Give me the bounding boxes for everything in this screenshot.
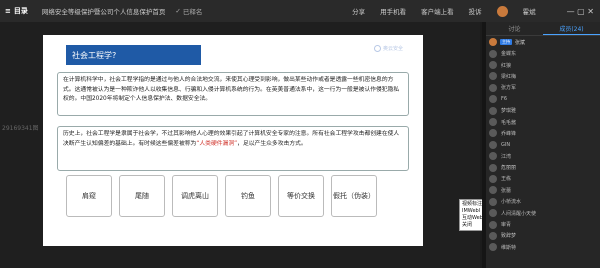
member-name: GIN: [501, 141, 511, 148]
page-number: 29169341图: [2, 125, 39, 132]
check-icon: ✓: [175, 7, 181, 15]
member-name: F6: [501, 96, 508, 103]
panel-tabs: 讨论 成员(24): [486, 22, 600, 36]
avatar: [489, 174, 497, 183]
member-item[interactable]: 审青: [486, 219, 600, 230]
member-item[interactable]: 江湾: [486, 151, 600, 162]
avatar: [489, 106, 497, 115]
slide-title: 社会工程学?: [66, 45, 201, 65]
attack-types: 肩窥 尾随 调虎离山 钓鱼 等价交换 假托（伪装）: [66, 175, 377, 217]
member-name: 审青: [501, 222, 512, 229]
menu-label: 目录: [13, 7, 28, 15]
attack-type: 假托（伪装）: [331, 175, 377, 217]
attack-type: 调虎离山: [172, 175, 218, 217]
member-item[interactable]: 乔峰锋: [486, 128, 600, 139]
slide: 社会工程学? 奥云安全 在计算机科学中，社会工程学指的是通过与他人的合法地交流，…: [43, 35, 423, 246]
member-item[interactable]: 梦琪雅: [486, 105, 600, 116]
mobile-view-button[interactable]: 用手机看: [380, 6, 406, 16]
avatar: [489, 243, 497, 252]
tab-discussion[interactable]: 讨论: [486, 22, 543, 35]
document-title: 网络安全等级保护暨公司个人信息保护首页: [41, 8, 166, 16]
attack-type: 钓鱼: [225, 175, 271, 217]
username: 霍斌: [522, 8, 536, 16]
attack-type: 等价交换: [278, 175, 324, 217]
history-text-after: ，足以产生众多攻击方式。: [237, 140, 307, 147]
member-name: 小桥流水: [501, 199, 522, 206]
member-name: 王栋: [501, 176, 512, 183]
avatar: [489, 140, 497, 149]
history-box: 历史上，社会工程学是隶属于社会学，不过其影响他人心理的效果引起了计算机安全专家的…: [57, 126, 409, 171]
member-name: 维斯特: [501, 244, 517, 251]
avatar: [489, 197, 497, 206]
member-item[interactable]: F6: [486, 94, 600, 105]
avatar: [489, 72, 497, 81]
tab-members[interactable]: 成员(24): [543, 22, 600, 35]
member-name: 梦琪雅: [501, 108, 517, 115]
logo-icon: [373, 45, 381, 52]
member-list: 金蝶东 红狼 梁红梅 张方军 F6 梦琪雅 毛毛酱 乔峰锋 GIN 江湾 危丽丽…: [486, 48, 600, 253]
member-item[interactable]: 梁红梅: [486, 71, 600, 82]
top-bar: ≡ 目录 网络安全等级保护暨公司个人信息保护首页 ✓ 已释名 分享 用手机看 客…: [0, 0, 600, 22]
member-item[interactable]: 维斯特: [486, 242, 600, 253]
definition-box: 在计算机科学中，社会工程学指的是通过与他人的合法地交流，来使其心理受到影响，做出…: [57, 72, 409, 116]
member-self[interactable]: 主持 张斌: [486, 36, 600, 48]
member-name: 毛毛酱: [501, 119, 517, 126]
logo-text: 奥云安全: [382, 46, 403, 52]
avatar: [489, 209, 497, 218]
member-item[interactable]: 张方军: [486, 82, 600, 93]
avatar: [489, 49, 497, 58]
host-badge: 主持: [500, 39, 512, 45]
avatar: [489, 220, 497, 229]
menu-button[interactable]: ≡ 目录: [0, 6, 28, 16]
side-panel: 讨论 成员(24) 主持 张斌 金蝶东 红狼 梁红梅 张方军 F6 梦琪雅 毛毛…: [486, 22, 600, 268]
member-name: 乔峰锋: [501, 130, 517, 137]
member-item[interactable]: 金蝶东: [486, 48, 600, 59]
avatar: [489, 38, 497, 46]
member-item[interactable]: 王栋: [486, 173, 600, 184]
avatar: [489, 186, 497, 195]
member-name: 梁红梅: [501, 73, 517, 80]
user-menu[interactable]: 霍斌: [496, 5, 551, 17]
member-item[interactable]: 红狼: [486, 59, 600, 70]
member-name: 张方军: [501, 85, 517, 92]
share-button[interactable]: 分享: [352, 6, 365, 16]
member-name: 张斌: [515, 39, 526, 46]
member-item[interactable]: 张蕾: [486, 185, 600, 196]
client-view-button[interactable]: 客户端上看: [421, 6, 454, 16]
member-name: 金蝶东: [501, 51, 517, 58]
member-name: 红狼: [501, 62, 512, 69]
member-item[interactable]: 毛毛酱: [486, 116, 600, 127]
saved-label: 已释名: [182, 8, 203, 16]
avatar: [489, 95, 497, 104]
avatar: [489, 129, 497, 138]
history-highlight: “人类硬件漏洞”: [196, 140, 238, 147]
member-name: 张蕾: [501, 187, 512, 194]
menu-icon: ≡: [5, 7, 11, 15]
attack-type: 肩窥: [66, 175, 112, 217]
member-name: 危丽丽: [501, 165, 517, 172]
window-controls[interactable]: — ▢ ✕: [567, 7, 594, 16]
saved-status: ✓ 已释名: [175, 6, 202, 16]
member-item[interactable]: 致辞梦: [486, 230, 600, 241]
member-name: 致辞梦: [501, 233, 517, 240]
avatar: [489, 61, 497, 70]
avatar: [489, 152, 497, 161]
member-item[interactable]: 人间清醒小天使: [486, 207, 600, 218]
member-item[interactable]: GIN: [486, 139, 600, 150]
report-button[interactable]: 投诉: [469, 6, 482, 16]
avatar: [489, 163, 497, 172]
avatar: [489, 231, 497, 240]
member-name: 江湾: [501, 153, 512, 160]
attack-type: 尾随: [119, 175, 165, 217]
topbar-actions: 分享 用手机看 客户端上看 投诉 霍斌 — ▢ ✕: [352, 0, 600, 22]
avatar: [489, 118, 497, 127]
slide-logo: 奥云安全: [373, 45, 403, 52]
avatar: [496, 5, 508, 17]
member-item[interactable]: 小桥流水: [486, 196, 600, 207]
member-item[interactable]: 危丽丽: [486, 162, 600, 173]
member-name: 人间清醒小天使: [501, 210, 537, 217]
avatar: [489, 83, 497, 92]
presentation-stage: 29169341图 社会工程学? 奥云安全 在计算机科学中，社会工程学指的是通过…: [0, 22, 480, 268]
